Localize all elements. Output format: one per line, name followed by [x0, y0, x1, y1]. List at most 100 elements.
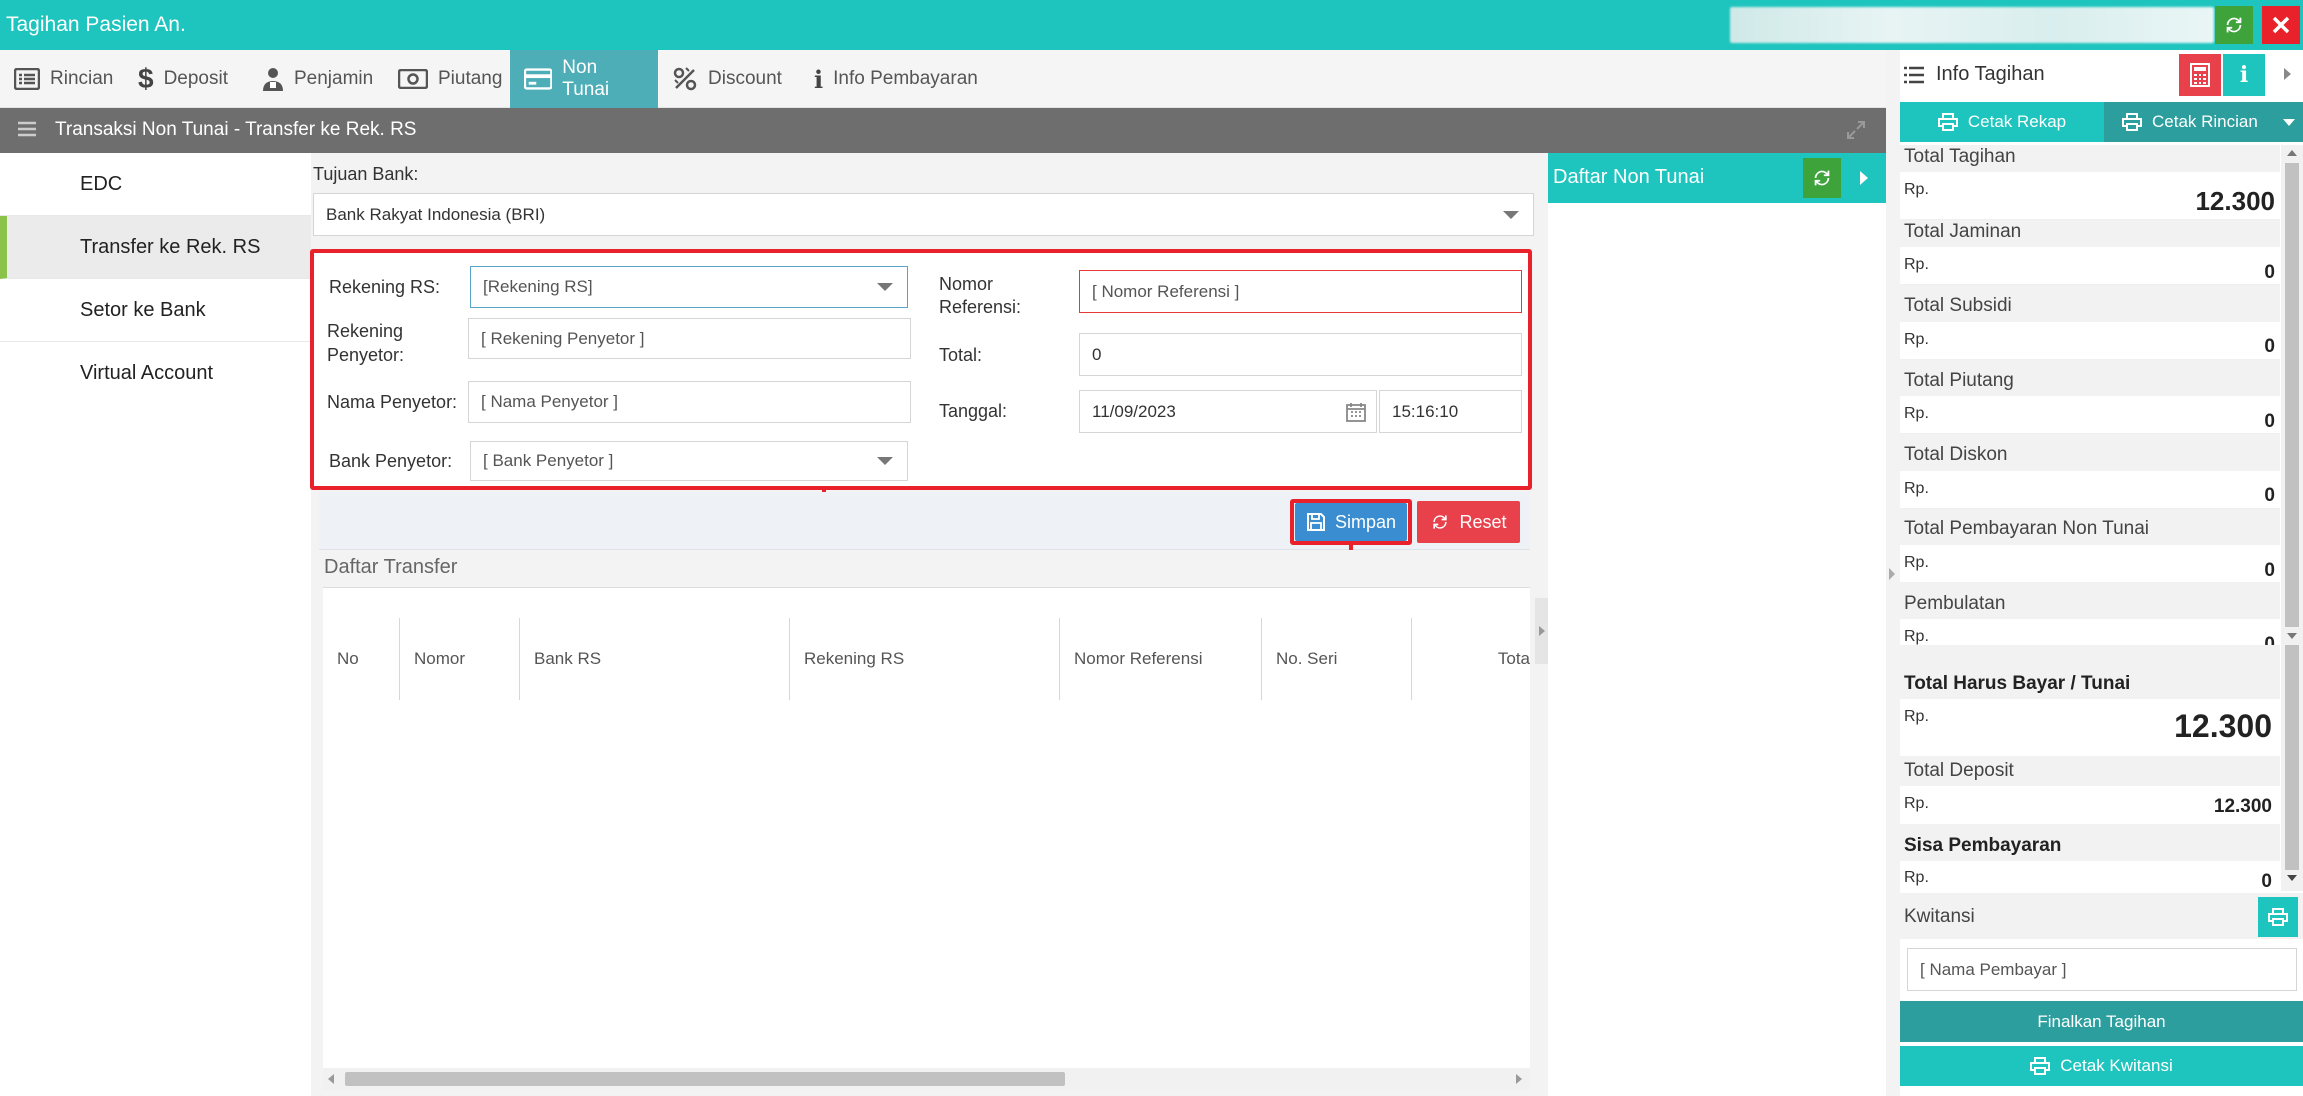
nomor-referensi-label-line2: Referensi: [939, 297, 1022, 317]
scrollbar-thumb[interactable] [345, 1072, 1065, 1086]
calendar-icon[interactable] [1346, 402, 1366, 422]
scroll-up-icon[interactable] [2287, 150, 2297, 156]
total-jaminan-box [1900, 247, 2280, 285]
reset-label: Reset [1459, 511, 1507, 532]
printer-icon [2122, 113, 2142, 131]
cetak-kwitansi-button[interactable]: Cetak Kwitansi [1900, 1046, 2303, 1086]
nama-pembayar-input[interactable]: [ Nama Pembayar ] [1907, 948, 2297, 991]
bank-penyetor-select[interactable]: [ Bank Penyetor ] [470, 441, 908, 481]
daftar-non-tunai-panel: Daftar Non Tunai [1548, 153, 1886, 1096]
currency-label: Rp. [1904, 869, 1929, 886]
total-piutang-box [1900, 396, 2280, 434]
column-header-nomor[interactable]: Nomor [400, 618, 520, 700]
column-header-no-seri[interactable]: No. Seri [1262, 618, 1412, 700]
simpan-button[interactable]: Simpan [1295, 503, 1407, 541]
window-title: Tagihan Pasien An. [6, 13, 186, 36]
refresh-icon [2226, 17, 2242, 33]
jam-input[interactable]: 15:16:10 [1379, 390, 1522, 433]
info-tagihan-title: Info Tagihan [1936, 63, 2045, 85]
hamburger-icon[interactable] [18, 121, 36, 137]
menu-item-setor-ke-bank[interactable]: Setor ke Bank [0, 279, 311, 342]
simpan-label: Simpan [1334, 511, 1397, 532]
collapse-right-icon[interactable] [2284, 68, 2291, 80]
column-header-nomor-referensi[interactable]: Nomor Referensi [1060, 618, 1262, 700]
total-pembayaran-non-tunai-label: Total Pembayaran Non Tunai [1904, 518, 2150, 539]
expand-left-handle-icon[interactable] [1889, 568, 1895, 580]
currency-label: Rp. [1904, 554, 1929, 571]
total-input[interactable]: 0 [1079, 333, 1522, 376]
close-icon [2272, 16, 2290, 34]
expand-icon[interactable] [1846, 120, 1866, 140]
tab-discount[interactable]: Discount [658, 50, 796, 108]
nama-pembayar-placeholder: [ Nama Pembayar ] [1920, 959, 2067, 979]
column-header-bank-rs[interactable]: Bank RS [520, 618, 790, 700]
column-header-no[interactable]: No [323, 618, 400, 700]
rekening-rs-label: Rekening RS: [329, 277, 441, 297]
nomor-referensi-label-line1: Nomor [939, 274, 994, 294]
currency-label: Rp. [1904, 256, 1929, 273]
kwitansi-label: Kwitansi [1904, 906, 1975, 927]
refresh-nontunai-button[interactable] [1803, 158, 1841, 198]
rekening-penyetor-input[interactable]: [ Rekening Penyetor ] [468, 318, 911, 359]
total-harus-bayar-label: Total Harus Bayar / Tunai [1904, 673, 2131, 694]
cetak-rekap-label: Cetak Rekap [1967, 112, 2067, 131]
chevron-down-icon [877, 457, 893, 465]
tab-deposit[interactable]: $ Deposit [124, 50, 242, 108]
collapse-right-icon[interactable] [1860, 171, 1868, 185]
scroll-down-icon[interactable] [2287, 633, 2297, 639]
horizontal-scrollbar[interactable] [323, 1068, 1530, 1090]
column-header-rekening-rs[interactable]: Rekening RS [790, 618, 1060, 700]
tujuan-bank-select[interactable]: Bank Rakyat Indonesia (BRI) [313, 193, 1534, 236]
total-pembayaran-non-tunai-box [1900, 545, 2280, 583]
tab-info-pembayaran[interactable]: i Info Pembayaran [800, 50, 992, 108]
total-harus-bayar-value: 12.300 [2174, 708, 2272, 744]
section-title: Transaksi Non Tunai - Transfer ke Rek. R… [55, 119, 417, 140]
left-menu: EDC Transfer ke Rek. RS Setor ke Bank Vi… [0, 153, 311, 1096]
rekening-rs-select[interactable]: [Rekening RS] [470, 266, 908, 308]
nomor-referensi-input[interactable]: [ Nomor Referensi ] [1079, 270, 1522, 313]
panel-splitter[interactable] [1535, 598, 1548, 664]
calculator-button[interactable] [2179, 54, 2221, 96]
total-piutang-label: Total Piutang [1904, 370, 2014, 391]
cetak-rekap-button[interactable]: Cetak Rekap [1900, 102, 2104, 142]
nama-penyetor-input[interactable]: [ Nama Penyetor ] [468, 381, 911, 423]
tab-non-tunai[interactable]: Non Tunai [510, 50, 658, 108]
cetak-rincian-button[interactable]: Cetak Rincian [2104, 102, 2280, 142]
money-icon [398, 69, 428, 89]
pembulatan-label: Pembulatan [1904, 593, 2006, 614]
info-icon: i [2239, 62, 2249, 88]
nama-penyetor-placeholder: [ Nama Penyetor ] [481, 392, 619, 411]
column-header-total[interactable]: Tota [1412, 618, 1530, 700]
menu-item-label: EDC [80, 172, 123, 195]
tab-piutang[interactable]: Piutang [384, 50, 516, 108]
currency-label: Rp. [1904, 480, 1929, 497]
calculator-icon [2190, 63, 2210, 87]
tab-rincian[interactable]: Rincian [0, 50, 127, 108]
finalkan-tagihan-button[interactable]: Finalkan Tagihan [1900, 1001, 2303, 1042]
daftar-non-tunai-title: Daftar Non Tunai [1553, 166, 1705, 188]
menu-item-transfer-rek-rs[interactable]: Transfer ke Rek. RS [0, 216, 311, 279]
list-icon [14, 68, 40, 90]
finalkan-tagihan-label: Finalkan Tagihan [2037, 1011, 2166, 1031]
cetak-rincian-label: Cetak Rincian [2152, 112, 2258, 131]
scrollbar-thumb[interactable] [2285, 163, 2299, 627]
scroll-left-icon[interactable] [328, 1074, 334, 1084]
info-button[interactable]: i [2223, 54, 2265, 96]
rekening-rs-placeholder: [Rekening RS] [483, 277, 593, 296]
print-kwitansi-button[interactable] [2258, 897, 2298, 937]
floppy-icon [1306, 513, 1325, 531]
chevron-down-icon [877, 283, 893, 291]
info-tagihan-scrollbar[interactable] [2281, 145, 2303, 645]
scroll-right-icon[interactable] [1516, 1074, 1522, 1084]
menu-item-edc[interactable]: EDC [0, 153, 311, 216]
tab-label: Piutang [438, 68, 503, 89]
menu-item-virtual-account[interactable]: Virtual Account [0, 342, 311, 405]
refresh-button[interactable] [2215, 6, 2253, 44]
tab-label: Penjamin [294, 68, 374, 89]
tanggal-input[interactable]: 11/09/2023 [1079, 390, 1377, 433]
tab-penjamin[interactable]: Penjamin [248, 50, 387, 108]
close-button[interactable] [2262, 6, 2300, 44]
cetak-rincian-dropdown[interactable] [2276, 102, 2303, 142]
total-subsidi-box [1900, 322, 2280, 360]
reset-button[interactable]: Reset [1417, 501, 1520, 543]
